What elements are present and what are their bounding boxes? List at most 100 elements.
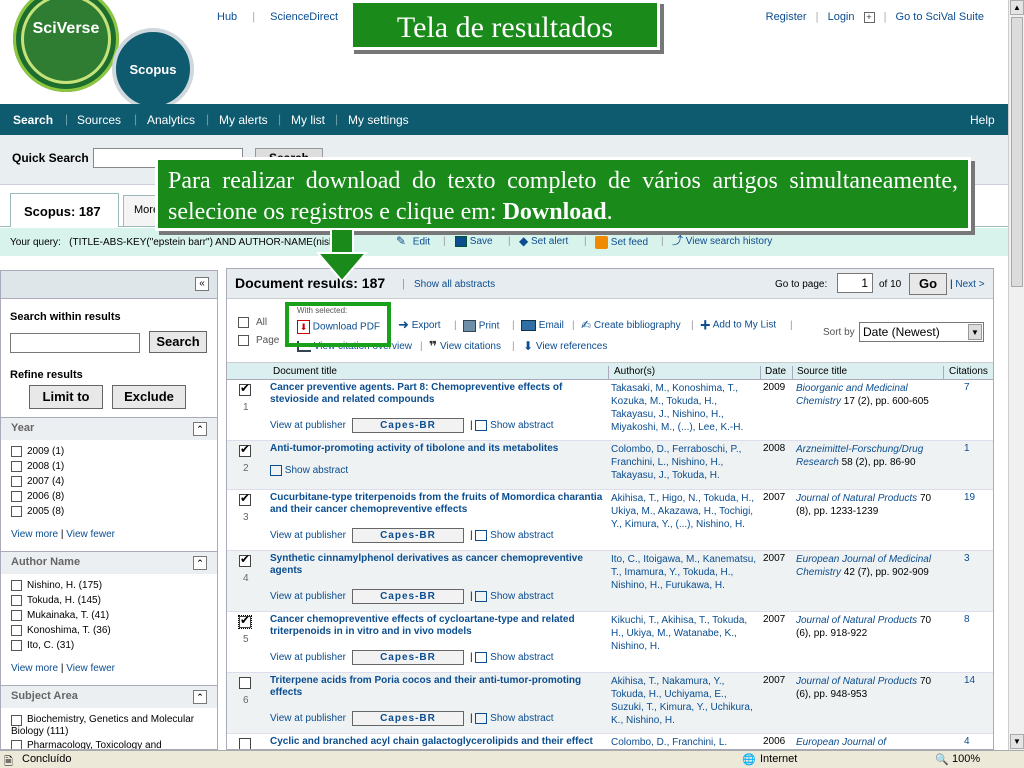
- facet-checkbox[interactable]: [11, 506, 22, 517]
- nav-sources[interactable]: Sources: [77, 113, 121, 127]
- select-page-checkbox[interactable]: [238, 335, 249, 346]
- view-search-history[interactable]: ⤴ View search history: [672, 236, 772, 247]
- facet-item[interactable]: 2005 (8): [1, 506, 217, 521]
- view-at-publisher-link[interactable]: View at publisher: [270, 713, 346, 724]
- add-to-list-button[interactable]: + Add to My List: [700, 316, 776, 334]
- row-citations[interactable]: 4: [964, 736, 970, 747]
- create-bibliography-button[interactable]: ✍ Create bibliography: [581, 319, 681, 331]
- toggle-up-icon[interactable]: ⌃: [193, 556, 207, 570]
- row-checkbox[interactable]: [239, 442, 251, 457]
- row-authors[interactable]: Kikuchi, T., Akihisa, T., Tokuda, H., Uk…: [611, 614, 757, 653]
- facet-item[interactable]: Konoshima, T. (36): [1, 625, 217, 640]
- set-alert[interactable]: ◆ Set alert: [519, 235, 568, 247]
- source-link[interactable]: Journal of Natural Products: [796, 493, 917, 504]
- row-title[interactable]: Cucurbitane-type triterpenoids from the …: [270, 492, 610, 516]
- top-link-sciencedirect[interactable]: ScienceDirect: [270, 11, 338, 23]
- capes-button[interactable]: Capes-BR: [351, 528, 464, 543]
- row-citations[interactable]: 14: [964, 675, 975, 686]
- facet-item[interactable]: 2008 (1): [1, 461, 217, 476]
- col-source[interactable]: Source title: [797, 366, 847, 377]
- row-citations[interactable]: 7: [964, 382, 970, 393]
- email-button[interactable]: Email: [521, 320, 564, 331]
- view-references[interactable]: ⬇ View references: [523, 340, 607, 352]
- expand-icon[interactable]: +: [863, 12, 875, 23]
- facet-item[interactable]: Mukainaka, T. (41): [1, 610, 217, 625]
- row-checkbox[interactable]: [239, 738, 251, 749]
- toggle-up-icon[interactable]: ⌃: [193, 690, 207, 704]
- col-citations[interactable]: Citations: [949, 366, 988, 377]
- show-abstract-link[interactable]: Show abstract: [285, 465, 348, 476]
- capes-button[interactable]: Capes-BR: [351, 650, 464, 665]
- scroll-thumb[interactable]: [1011, 17, 1023, 287]
- source-link[interactable]: European Journal of: [796, 737, 886, 748]
- select-all-checkbox[interactable]: [238, 317, 249, 328]
- facet-checkbox[interactable]: [11, 446, 22, 457]
- row-title[interactable]: Synthetic cinnamylphenol derivatives as …: [270, 553, 610, 577]
- facet-checkbox[interactable]: [11, 580, 22, 591]
- col-authors[interactable]: Author(s): [614, 366, 655, 377]
- facet-item[interactable]: Pharmacology, Toxicology and: [1, 740, 217, 749]
- view-citations[interactable]: ❞ View citations: [429, 339, 501, 353]
- facet-checkbox[interactable]: [11, 491, 22, 502]
- show-abstract-link[interactable]: Show abstract: [490, 530, 553, 541]
- row-checkbox[interactable]: [239, 552, 251, 567]
- row-citations[interactable]: 19: [964, 492, 975, 503]
- facet-checkbox[interactable]: [11, 715, 22, 726]
- facet-item[interactable]: Nishino, H. (175): [1, 580, 217, 595]
- row-title[interactable]: Anti-tumor-promoting activity of tibolon…: [270, 443, 610, 455]
- capes-button[interactable]: Capes-BR: [351, 418, 464, 433]
- facet-checkbox[interactable]: [11, 476, 22, 487]
- nav-my-list[interactable]: My list: [291, 113, 325, 127]
- facet-checkbox[interactable]: [11, 640, 22, 651]
- show-all-abstracts[interactable]: Show all abstracts: [414, 279, 495, 290]
- print-button[interactable]: Print: [463, 320, 499, 332]
- row-checkbox[interactable]: [239, 491, 251, 506]
- sciverse-logo[interactable]: SciVerse: [13, 0, 119, 92]
- row-authors[interactable]: Akihisa, T., Higo, N., Tokuda, H., Ukiya…: [611, 492, 757, 531]
- view-more-link[interactable]: View more: [11, 663, 58, 674]
- register-link[interactable]: Register: [766, 11, 807, 23]
- edit-query[interactable]: ✎ Edit: [396, 235, 430, 248]
- page-input[interactable]: 1: [837, 273, 873, 293]
- source-link[interactable]: Journal of Natural Products: [796, 676, 917, 687]
- view-at-publisher-link[interactable]: View at publisher: [270, 530, 346, 541]
- show-abstract-link[interactable]: Show abstract: [490, 713, 553, 724]
- view-at-publisher-link[interactable]: View at publisher: [270, 591, 346, 602]
- row-checkbox[interactable]: [239, 677, 251, 689]
- row-checkbox[interactable]: [238, 613, 252, 629]
- facet-checkbox[interactable]: [11, 461, 22, 472]
- set-feed[interactable]: Set feed: [595, 236, 648, 249]
- facet-item[interactable]: Tokuda, H. (145): [1, 595, 217, 610]
- facet-checkbox[interactable]: [11, 610, 22, 621]
- view-fewer-link[interactable]: View fewer: [66, 663, 115, 674]
- scival-link[interactable]: Go to SciVal Suite: [896, 11, 984, 23]
- view-at-publisher-link[interactable]: View at publisher: [270, 652, 346, 663]
- facet-item[interactable]: 2007 (4): [1, 476, 217, 491]
- row-citations[interactable]: 3: [964, 553, 970, 564]
- top-link-hub[interactable]: Hub: [217, 11, 237, 23]
- view-fewer-link[interactable]: View fewer: [66, 529, 115, 540]
- vertical-scrollbar[interactable]: ▲ ▼: [1008, 0, 1024, 750]
- col-date[interactable]: Date: [765, 366, 786, 377]
- nav-my-alerts[interactable]: My alerts: [219, 113, 268, 127]
- row-citations[interactable]: 1: [964, 443, 970, 454]
- nav-my-settings[interactable]: My settings: [348, 113, 409, 127]
- row-title[interactable]: Cyclic and branched acyl chain galactogl…: [270, 736, 606, 748]
- capes-button[interactable]: Capes-BR: [351, 711, 464, 726]
- row-authors[interactable]: Colombo, D., Ferraboschi, P., Franchini,…: [611, 443, 757, 482]
- row-citations[interactable]: 8: [964, 614, 970, 625]
- row-title[interactable]: Cancer chemopreventive effects of cycloa…: [270, 614, 610, 638]
- sort-select[interactable]: Date (Newest) ▼: [859, 322, 984, 342]
- show-abstract-link[interactable]: Show abstract: [490, 652, 553, 663]
- collapse-sidebar-icon[interactable]: «: [195, 277, 209, 291]
- facet-checkbox[interactable]: [11, 625, 22, 636]
- scroll-up-icon[interactable]: ▲: [1010, 0, 1024, 15]
- row-authors[interactable]: Ito, C., Itoigawa, M., Kanematsu, T., Im…: [611, 553, 757, 592]
- go-button[interactable]: Go: [909, 273, 947, 295]
- row-authors[interactable]: Akihisa, T., Nakamura, Y., Tokuda, H., U…: [611, 675, 757, 727]
- save-query[interactable]: Save: [455, 236, 493, 247]
- show-abstract-link[interactable]: Show abstract: [490, 420, 553, 431]
- row-authors[interactable]: Takasaki, M., Konoshima, T., Kozuka, M.,…: [611, 382, 757, 434]
- nav-help[interactable]: Help: [970, 113, 995, 127]
- export-button[interactable]: ➜ Export: [398, 318, 441, 331]
